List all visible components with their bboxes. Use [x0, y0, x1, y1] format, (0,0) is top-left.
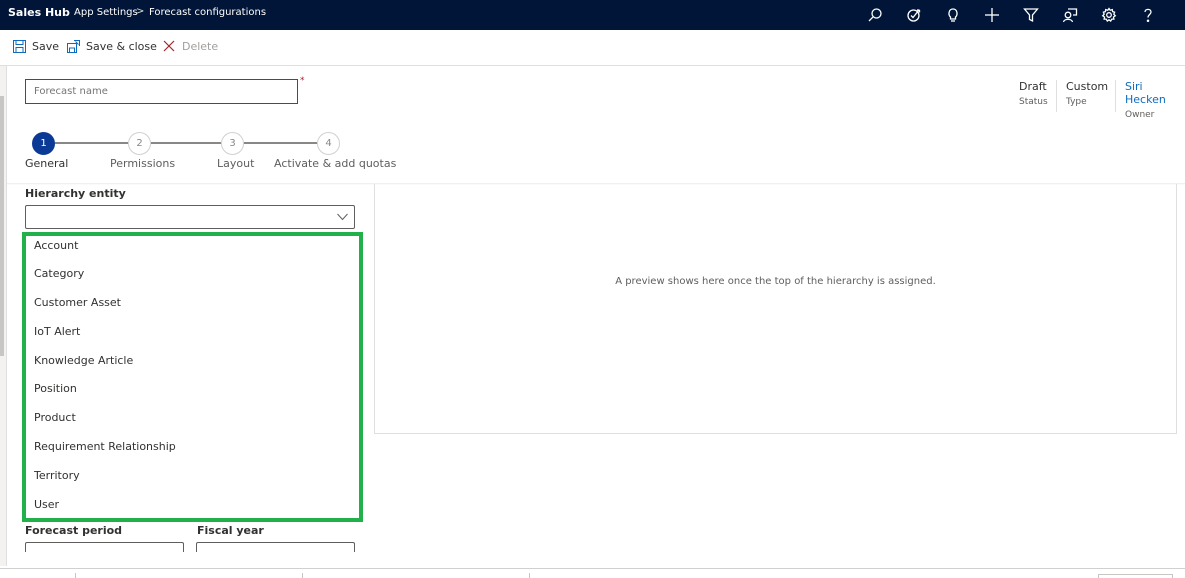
breadcrumb-app-settings[interactable]: App Settings: [74, 7, 138, 18]
step-permissions-label[interactable]: Permissions: [110, 157, 175, 170]
hierarchy-entity-dropdown: Account Category Customer Asset IoT Aler…: [22, 232, 363, 522]
footer-divider: [75, 573, 76, 578]
step-connector: [151, 142, 221, 144]
step-1-circle[interactable]: 1: [32, 132, 55, 155]
option-customer-asset[interactable]: Customer Asset: [34, 296, 121, 309]
status-label: Status: [1019, 97, 1048, 107]
forecast-name-input[interactable]: [25, 79, 298, 104]
footer-bar: [0, 568, 1185, 578]
divider: [1056, 80, 1057, 112]
step-activate-label[interactable]: Activate & add quotas: [274, 157, 396, 170]
delete-button[interactable]: Delete: [163, 40, 218, 53]
chevron-down-icon: [337, 213, 348, 221]
option-position[interactable]: Position: [34, 382, 77, 395]
option-account[interactable]: Account: [34, 239, 78, 252]
fiscal-year-select[interactable]: [196, 542, 355, 552]
owner-label: Owner: [1125, 110, 1155, 120]
owner-link[interactable]: Siri Hecken: [1125, 80, 1185, 106]
save-button[interactable]: Save: [13, 40, 59, 53]
option-territory[interactable]: Territory: [34, 469, 80, 482]
divider: [1115, 80, 1116, 112]
search-icon[interactable]: [855, 0, 894, 30]
forecast-period-label: Forecast period: [25, 524, 123, 537]
required-indicator: *: [300, 76, 305, 86]
option-requirement-relationship[interactable]: Requirement Relationship: [34, 440, 176, 453]
step-connector: [55, 142, 128, 144]
lightbulb-icon[interactable]: [933, 0, 972, 30]
filter-icon[interactable]: [1011, 0, 1050, 30]
delete-label: Delete: [182, 40, 219, 53]
hierarchy-preview-panel: A preview shows here once the top of the…: [374, 184, 1177, 434]
breadcrumb-forecast-configurations[interactable]: Forecast configurations: [149, 7, 266, 18]
status-field: Draft Status: [1019, 80, 1048, 107]
wizard-stepper: 1 2 3 4 General Permissions Layout Activ…: [0, 130, 400, 175]
step-connector: [244, 142, 317, 144]
help-icon[interactable]: [1128, 0, 1167, 30]
top-nav-bar: Sales Hub App Settings > Forecast config…: [0, 0, 1185, 30]
save-and-close-label: Save & close: [86, 40, 157, 53]
step-2-circle[interactable]: 2: [128, 132, 151, 155]
option-product[interactable]: Product: [34, 411, 76, 424]
preview-message: A preview shows here once the top of the…: [615, 276, 936, 287]
footer-divider: [302, 573, 303, 578]
app-name[interactable]: Sales Hub: [8, 6, 70, 19]
status-value: Draft: [1019, 80, 1047, 93]
save-icon: [13, 40, 26, 53]
hierarchy-entity-label: Hierarchy entity: [25, 187, 126, 200]
save-and-close-icon: [67, 40, 80, 53]
save-and-close-button[interactable]: Save & close: [67, 40, 157, 53]
step-4-circle[interactable]: 4: [317, 132, 340, 155]
plus-icon[interactable]: [972, 0, 1011, 30]
gear-icon[interactable]: [1089, 0, 1128, 30]
option-user[interactable]: User: [34, 498, 59, 511]
option-category[interactable]: Category: [34, 267, 84, 280]
type-label: Type: [1066, 97, 1087, 107]
owner-field: Siri Hecken Owner: [1125, 80, 1185, 120]
delete-icon: [163, 40, 175, 52]
assistant-icon[interactable]: [1050, 0, 1089, 30]
option-iot-alert[interactable]: IoT Alert: [34, 325, 80, 338]
breadcrumb-separator-icon: >: [136, 6, 145, 17]
hierarchy-entity-select[interactable]: [25, 205, 355, 229]
step-general-label[interactable]: General: [25, 157, 68, 170]
step-layout-label[interactable]: Layout: [217, 157, 254, 170]
save-label: Save: [32, 40, 60, 53]
footer-divider: [529, 573, 530, 578]
option-knowledge-article[interactable]: Knowledge Article: [34, 354, 133, 367]
footer-button[interactable]: [1098, 574, 1173, 578]
forecast-period-select[interactable]: [25, 542, 184, 552]
type-value: Custom: [1066, 80, 1109, 93]
top-nav-icons: [855, 0, 1167, 30]
target-icon[interactable]: [894, 0, 933, 30]
type-field: Custom Type: [1066, 80, 1108, 107]
fiscal-year-label: Fiscal year: [197, 524, 264, 537]
step-3-circle[interactable]: 3: [221, 132, 244, 155]
command-bar: Save Save & close Delete: [0, 30, 1185, 66]
